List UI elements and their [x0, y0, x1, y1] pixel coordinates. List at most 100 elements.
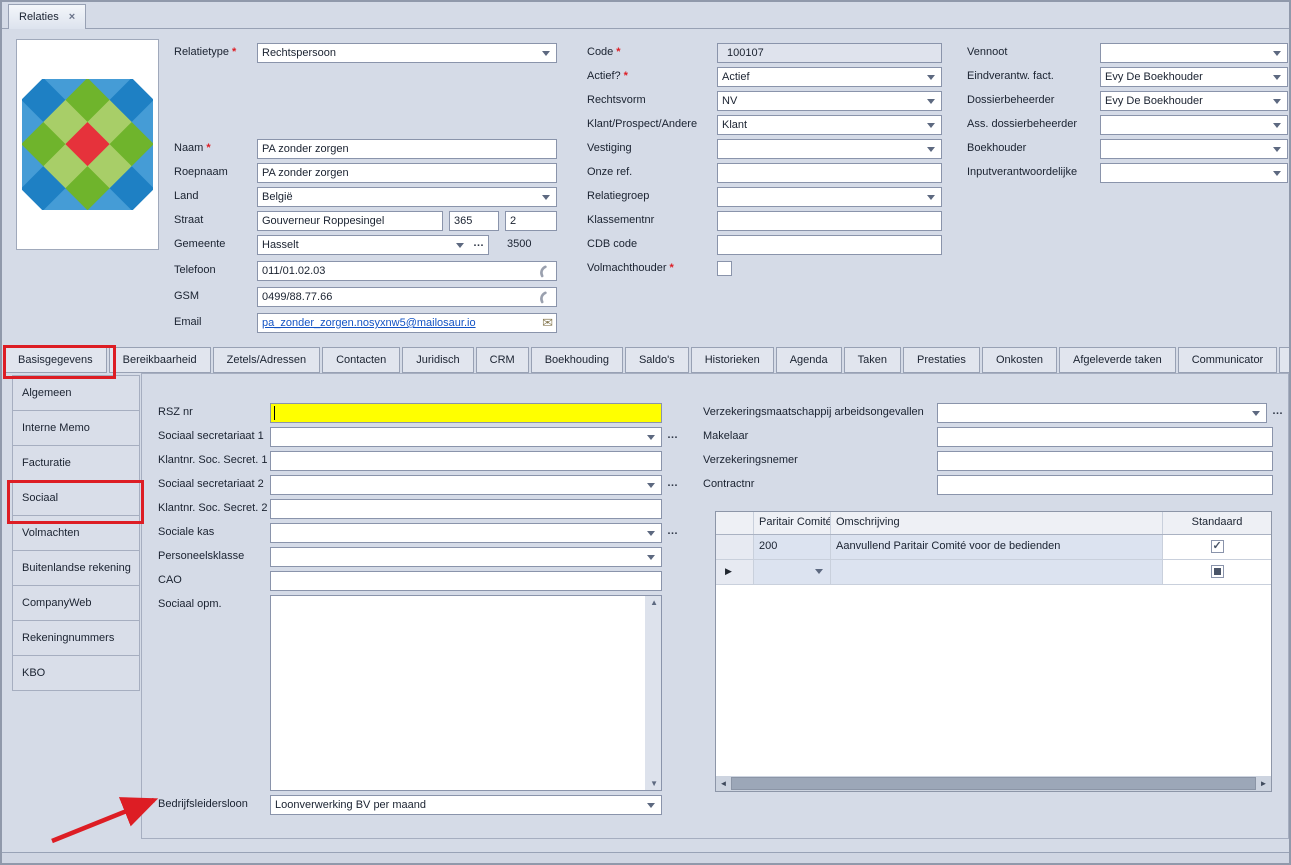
tab-relaties[interactable]: Relaties ×: [8, 4, 86, 29]
form-field[interactable]: [717, 187, 942, 207]
grid-col-paritair-comite[interactable]: Paritair Comité: [754, 512, 831, 534]
table-row-new[interactable]: ▶: [716, 560, 1271, 585]
form-label: Vennoot: [967, 41, 1100, 58]
tab[interactable]: Onkosten: [982, 347, 1057, 373]
sidebar-item[interactable]: Algemeen: [12, 375, 140, 411]
form-field[interactable]: [270, 475, 662, 495]
tab[interactable]: Afgeleverde taken: [1059, 347, 1176, 373]
form-field[interactable]: [270, 427, 662, 447]
telefoon-input[interactable]: 011/01.02.03: [257, 261, 557, 281]
relatietype-dropdown[interactable]: Rechtspersoon: [257, 43, 557, 63]
gemeente-combo[interactable]: Hasselt …: [257, 235, 489, 255]
sidebar-item[interactable]: KBO: [12, 655, 140, 691]
huisnummer-input[interactable]: 365: [449, 211, 499, 231]
chevron-down-icon: [1273, 147, 1281, 152]
form-row: Contractnr …: [703, 473, 1289, 497]
tab[interactable]: Communicator: [1178, 347, 1278, 373]
straat-input[interactable]: Gouverneur Roppesingel: [257, 211, 443, 231]
sidebar-item[interactable]: Facturatie: [12, 445, 140, 481]
sidebar-item[interactable]: Rekeningnummers: [12, 620, 140, 656]
sidebar-item[interactable]: Interne Memo: [12, 410, 140, 446]
tab[interactable]: Zetels/Adressen: [213, 347, 320, 373]
form-field[interactable]: Klant: [717, 115, 942, 135]
form-field[interactable]: [270, 499, 662, 519]
sidebar-item[interactable]: CompanyWeb: [12, 585, 140, 621]
tab[interactable]: Saldo's: [625, 347, 689, 373]
form-field[interactable]: [717, 261, 732, 276]
form-field[interactable]: [937, 427, 1273, 447]
tab[interactable]: Contacten: [322, 347, 400, 373]
roepnaam-label: Roepnaam: [174, 161, 257, 178]
table-row[interactable]: 200 Aanvullend Paritair Comité voor de b…: [716, 535, 1271, 560]
naam-input[interactable]: PA zonder zorgen: [257, 139, 557, 159]
gsm-input[interactable]: 0499/88.77.66: [257, 287, 557, 307]
sidebar-item[interactable]: Buitenlandse rekening: [12, 550, 140, 586]
tab[interactable]: Basisgegevens: [4, 347, 107, 373]
scrollbar-thumb[interactable]: [731, 777, 1256, 790]
tab[interactable]: Historieken: [691, 347, 774, 373]
horizontal-scrollbar[interactable]: ◄ ►: [716, 776, 1271, 791]
sidebar-item[interactable]: Volmachten: [12, 515, 140, 551]
grid-col-omschrijving[interactable]: Omschrijving: [831, 512, 1163, 534]
naam-label: Naam*: [174, 137, 257, 154]
form-field[interactable]: [270, 547, 662, 567]
form-field[interactable]: [1100, 139, 1288, 159]
form-field[interactable]: [717, 235, 942, 255]
form-field[interactable]: [717, 211, 942, 231]
tab[interactable]: Prestaties: [903, 347, 980, 373]
tab[interactable]: Juridisch: [402, 347, 473, 373]
standaard-checkbox[interactable]: [1211, 540, 1224, 553]
form-field[interactable]: [1100, 115, 1288, 135]
form-field[interactable]: [270, 403, 662, 423]
form-field[interactable]: [1100, 163, 1288, 183]
scroll-right-icon[interactable]: ►: [1256, 779, 1271, 788]
chevron-down-icon: [1252, 411, 1260, 416]
chevron-down-icon: [927, 123, 935, 128]
form-field[interactable]: [270, 571, 662, 591]
tab[interactable]: Arc: [1279, 347, 1289, 373]
form-field[interactable]: Loonverwerking BV per maand: [270, 795, 662, 815]
close-icon[interactable]: ×: [69, 11, 75, 23]
ellipsis-button[interactable]: …: [473, 237, 484, 249]
form-field[interactable]: [937, 451, 1273, 471]
email-send-icon[interactable]: ✉: [542, 315, 553, 331]
form-label: Code*: [587, 41, 717, 58]
ellipsis-button[interactable]: …: [1272, 405, 1283, 417]
tab[interactable]: Bereikbaarheid: [109, 347, 211, 373]
form-field[interactable]: Actief: [717, 67, 942, 87]
form-field[interactable]: [937, 403, 1267, 423]
roepnaam-input[interactable]: PA zonder zorgen: [257, 163, 557, 183]
land-dropdown[interactable]: België: [257, 187, 557, 207]
ellipsis-button[interactable]: …: [667, 429, 678, 441]
tab[interactable]: Agenda: [776, 347, 842, 373]
email-link[interactable]: pa_zonder_zorgen.nosyxnw5@mailosaur.io: [258, 314, 556, 332]
form-field[interactable]: Evy De Boekhouder: [1100, 67, 1288, 87]
form-label: Klantnr. Soc. Secret. 1: [142, 449, 270, 466]
form-field[interactable]: [937, 475, 1273, 495]
form-field[interactable]: [1100, 43, 1288, 63]
standaard-checkbox[interactable]: [1211, 565, 1224, 578]
tab[interactable]: Boekhouding: [531, 347, 623, 373]
chevron-down-icon: [647, 483, 655, 488]
form-field[interactable]: [270, 523, 662, 543]
form-field[interactable]: 100107: [717, 43, 942, 63]
sidebar-item[interactable]: Sociaal: [12, 480, 140, 516]
grid-col-standaard[interactable]: Standaard: [1163, 512, 1271, 534]
form-label: Boekhouder: [967, 137, 1100, 154]
form-field[interactable]: [717, 139, 942, 159]
scroll-left-icon[interactable]: ◄: [716, 779, 731, 788]
form-field[interactable]: Evy De Boekhouder: [1100, 91, 1288, 111]
chevron-down-icon[interactable]: [759, 560, 825, 584]
form-field[interactable]: NV: [717, 91, 942, 111]
tab[interactable]: Taken: [844, 347, 901, 373]
ellipsis-button[interactable]: …: [667, 525, 678, 537]
form-field[interactable]: [717, 163, 942, 183]
ellipsis-button[interactable]: …: [667, 477, 678, 489]
form-row: Makelaar …: [703, 425, 1289, 449]
tab[interactable]: CRM: [476, 347, 529, 373]
form-field[interactable]: [270, 595, 662, 791]
email-input[interactable]: pa_zonder_zorgen.nosyxnw5@mailosaur.io ✉: [257, 313, 557, 333]
chevron-down-icon: [927, 99, 935, 104]
bus-input[interactable]: 2: [505, 211, 557, 231]
form-field[interactable]: [270, 451, 662, 471]
